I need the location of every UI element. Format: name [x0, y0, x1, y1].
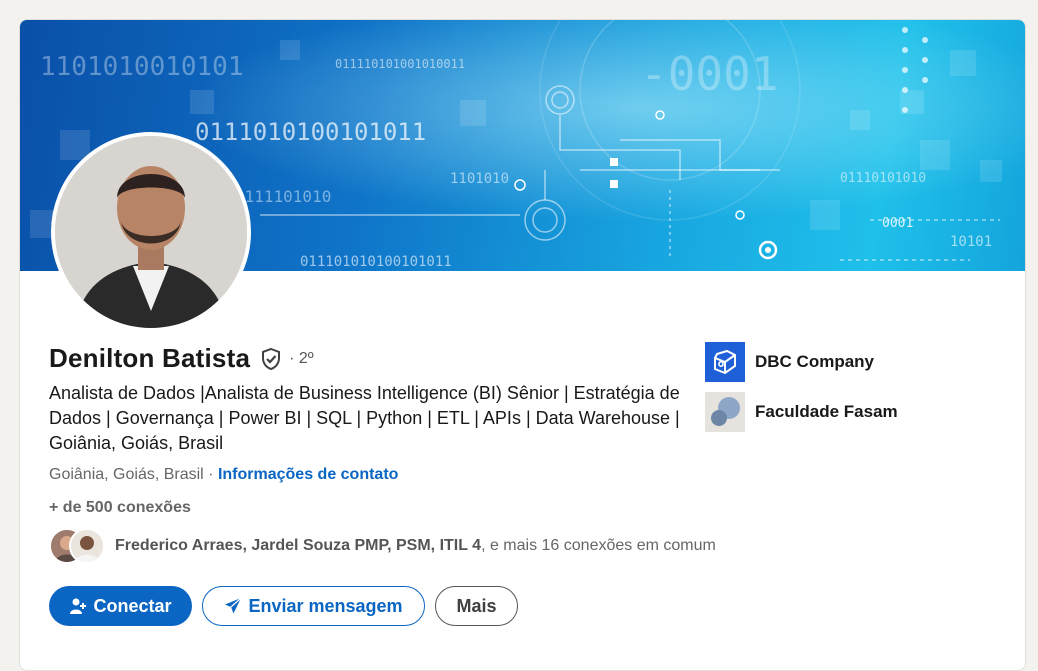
binary-text: 01110101010 — [840, 171, 926, 186]
binary-text: 0001 — [882, 216, 913, 231]
profile-photo-avatar[interactable] — [51, 132, 251, 332]
binary-text: 011101010100101011 — [300, 254, 452, 270]
dbc-logo-icon — [705, 342, 745, 382]
profile-card: 1101010010101 011110101001010011 0111010… — [19, 19, 1026, 671]
company-name: DBC Company — [755, 352, 875, 371]
more-button-label: Mais — [456, 595, 497, 616]
location-row: Goiânia, Goiás, Brasil · Informações de … — [49, 466, 398, 484]
location-text: Goiânia, Goiás, Brasil — [49, 466, 204, 483]
connection-degree: · 2º — [289, 349, 314, 367]
mutual-connections[interactable]: Frederico Arraes, Jardel Souza PMP, PSM,… — [49, 528, 716, 564]
profile-actions: Conectar Enviar mensagem Mais — [49, 586, 518, 626]
connect-button[interactable]: Conectar — [49, 586, 192, 626]
send-icon — [225, 597, 242, 614]
avatar — [69, 528, 105, 564]
connections-label: conexões — [112, 499, 191, 516]
profile-name: Denilton Batista — [49, 343, 251, 373]
binary-text: -0001 — [640, 47, 778, 101]
location-separator: · — [203, 466, 218, 483]
send-message-button[interactable]: Enviar mensagem — [202, 586, 425, 626]
fasam-logo-icon — [705, 392, 745, 432]
binary-text: 0111010100101011 — [195, 118, 426, 146]
current-company-item[interactable]: DBC Company — [705, 342, 898, 382]
mutual-connections-text: Frederico Arraes, Jardel Souza PMP, PSM,… — [115, 537, 716, 555]
binary-text: 1101010010101 — [40, 52, 244, 82]
send-message-label: Enviar mensagem — [248, 595, 403, 616]
binary-text: 10101 — [950, 234, 992, 250]
education-item[interactable]: Faculdade Fasam — [705, 392, 898, 432]
mutual-rest: , e mais 16 conexões em comum — [481, 537, 716, 554]
connect-button-label: Conectar — [93, 595, 172, 616]
mutual-avatars — [49, 528, 107, 564]
profile-headline: Analista de Dados |Analista de Business … — [49, 383, 680, 453]
connections-number: + de 500 — [49, 499, 113, 516]
binary-text: 0111101010 — [235, 187, 331, 206]
add-person-icon — [70, 598, 87, 614]
school-name: Faculdade Fasam — [755, 402, 898, 421]
more-button[interactable]: Mais — [435, 586, 518, 626]
binary-text: 011110101001010011 — [335, 57, 465, 71]
verified-shield-icon[interactable] — [259, 347, 283, 371]
binary-text: 1101010 — [450, 171, 509, 187]
contact-info-link[interactable]: Informações de contato — [218, 466, 398, 483]
mutual-names: Frederico Arraes, Jardel Souza PMP, PSM,… — [115, 537, 482, 554]
name-row: Denilton Batista · 2º — [49, 343, 314, 374]
experience-education-summary: DBC Company Faculdade Fasam — [705, 342, 898, 442]
connections-count[interactable]: + de 500 conexões — [49, 499, 191, 517]
